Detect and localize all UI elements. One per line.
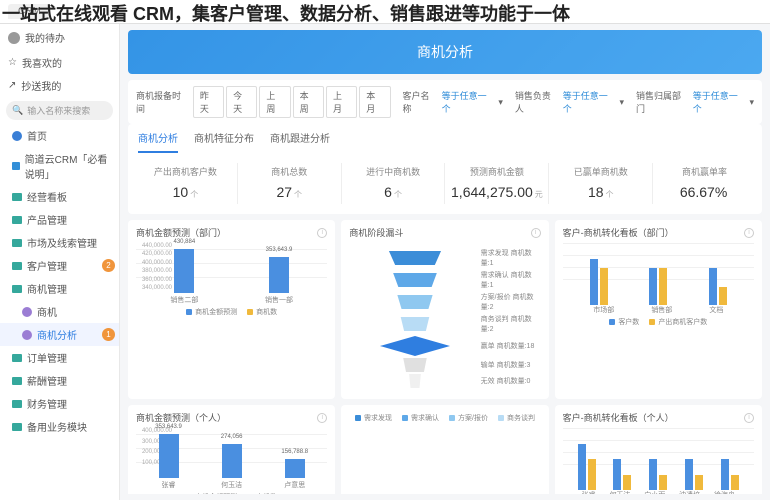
sidebar-item-简道云CRM「必看说明」[interactable]: 简道云CRM「必看说明」 [0,147,119,185]
nav-icon [12,193,22,201]
star-icon: ☆ [8,57,17,68]
time-btn-上月[interactable]: 上月 [326,86,357,118]
badge: 2 [102,259,115,272]
analysis-tabs: 商机分析商机特征分布商机跟进分析 [128,124,762,153]
chart-box-4: 需求发现需求确认方案/报价商务谈判 [341,405,548,494]
nav-icon [22,307,32,317]
page-title-banner: 商机分析 [128,30,762,74]
avatar-icon [8,32,20,44]
filter-sales-owner[interactable]: 销售负责人 等于任意一个▾ [515,89,624,115]
stat-card: 已赢单商机数18个 [549,163,653,204]
sidebar-item-财务管理[interactable]: 财务管理 [0,392,119,415]
sidebar-cc[interactable]: ↗ 抄送我的 [0,74,119,97]
sidebar-item-备用业务模块[interactable]: 备用业务模块 [0,415,119,438]
stat-card: 预测商机金额1,644,275.00元 [445,163,549,204]
cc-icon: ↗ [8,80,16,91]
filter-bar: 商机报备时间 昨天今天上周本周上月本月 客户名称 等于任意一个▾ 销售负责人 等… [128,80,762,124]
sidebar-item-订单管理[interactable]: 订单管理 [0,346,119,369]
sidebar: 我的待办 ☆ 我喜欢的 ↗ 抄送我的 🔍 输入名称来搜索 首页简道云CRM「必看… [0,24,120,500]
time-btn-昨天[interactable]: 昨天 [193,86,224,118]
nav-icon [12,377,22,385]
sidebar-item-商机[interactable]: 商机 [0,300,119,323]
stat-card: 产出商机客户数10个 [134,163,238,204]
filter-time: 商机报备时间 昨天今天上周本周上月本月 [136,86,391,118]
sidebar-item-客户管理[interactable]: 客户管理2 [0,254,119,277]
stats-row: 产出商机客户数10个商机总数27个进行中商机数6个预测商机金额1,644,275… [128,153,762,214]
nav-icon [12,162,20,170]
nav-icon [12,423,22,431]
nav-icon [12,262,22,270]
time-btn-本月[interactable]: 本月 [359,86,390,118]
sidebar-item-经营看板[interactable]: 经营看板 [0,185,119,208]
nav-icon [12,216,22,224]
sidebar-user-label: 我的待办 [25,30,65,45]
time-btn-本周[interactable]: 本周 [293,86,324,118]
chevron-down-icon: ▾ [498,97,503,108]
charts-grid: 商机金额预测（部门）i440,000.00420,000.00400,000.0… [128,220,762,494]
tab-商机分析[interactable]: 商机分析 [138,130,178,153]
nav-icon [12,239,22,247]
time-btn-上周[interactable]: 上周 [259,86,290,118]
sidebar-item-产品管理[interactable]: 产品管理 [0,208,119,231]
info-icon[interactable]: i [317,413,327,423]
nav-icon [12,285,22,293]
filter-department[interactable]: 销售归属部门 等于任意一个▾ [636,89,754,115]
chart-box-0: 商机金额预测（部门）i440,000.00420,000.00400,000.0… [128,220,335,399]
sidebar-item-首页[interactable]: 首页 [0,124,119,147]
chart-box-5: 客户-商机转化看板（个人）i张睿何玉洁向小雨沈遣培徐海舟 [555,405,762,494]
badge: 1 [102,328,115,341]
info-icon[interactable]: i [317,228,327,238]
info-icon[interactable]: i [744,413,754,423]
nav-icon [12,354,22,362]
chart-box-1: 商机阶段漏斗i需求发现 商机数量:1需求确认 商机数量:1方案/报价 商机数量:… [341,220,548,399]
search-input[interactable]: 🔍 输入名称来搜索 [6,101,113,120]
sidebar-item-商机分析[interactable]: 商机分析1 [0,323,119,346]
info-icon[interactable]: i [744,228,754,238]
stat-card: 进行中商机数6个 [342,163,446,204]
browser-tab-bar: CRM [0,0,770,24]
search-icon: 🔍 [12,105,23,116]
filter-customer[interactable]: 客户名称 等于任意一个▾ [403,89,503,115]
nav-icon [22,330,32,340]
chart-box-2: 客户-商机转化看板（部门）i市场部销售部文档客户数产出商机客户数 [555,220,762,399]
tab-商机特征分布[interactable]: 商机特征分布 [194,130,254,153]
nav-icon [12,131,22,141]
tab-商机跟进分析[interactable]: 商机跟进分析 [270,130,330,153]
main-content: 商机分析 商机报备时间 昨天今天上周本周上月本月 客户名称 等于任意一个▾ 销售… [120,24,770,500]
chevron-down-icon: ▾ [749,97,754,108]
chevron-down-icon: ▾ [620,97,625,108]
sidebar-item-薪酬管理[interactable]: 薪酬管理 [0,369,119,392]
sidebar-item-商机管理[interactable]: 商机管理 [0,277,119,300]
info-icon[interactable]: i [531,228,541,238]
chart-box-3: 商机金额预测（个人）i400,000.00300,000.00200,000.0… [128,405,335,494]
browser-tab[interactable]: CRM [8,4,51,19]
sidebar-favorites[interactable]: ☆ 我喜欢的 [0,51,119,74]
stat-card: 商机总数27个 [238,163,342,204]
sidebar-item-市场及线索管理[interactable]: 市场及线索管理 [0,231,119,254]
nav-icon [12,400,22,408]
time-btn-今天[interactable]: 今天 [226,86,257,118]
stat-card: 商机赢单率66.67% [653,163,756,204]
sidebar-user[interactable]: 我的待办 [0,24,119,51]
